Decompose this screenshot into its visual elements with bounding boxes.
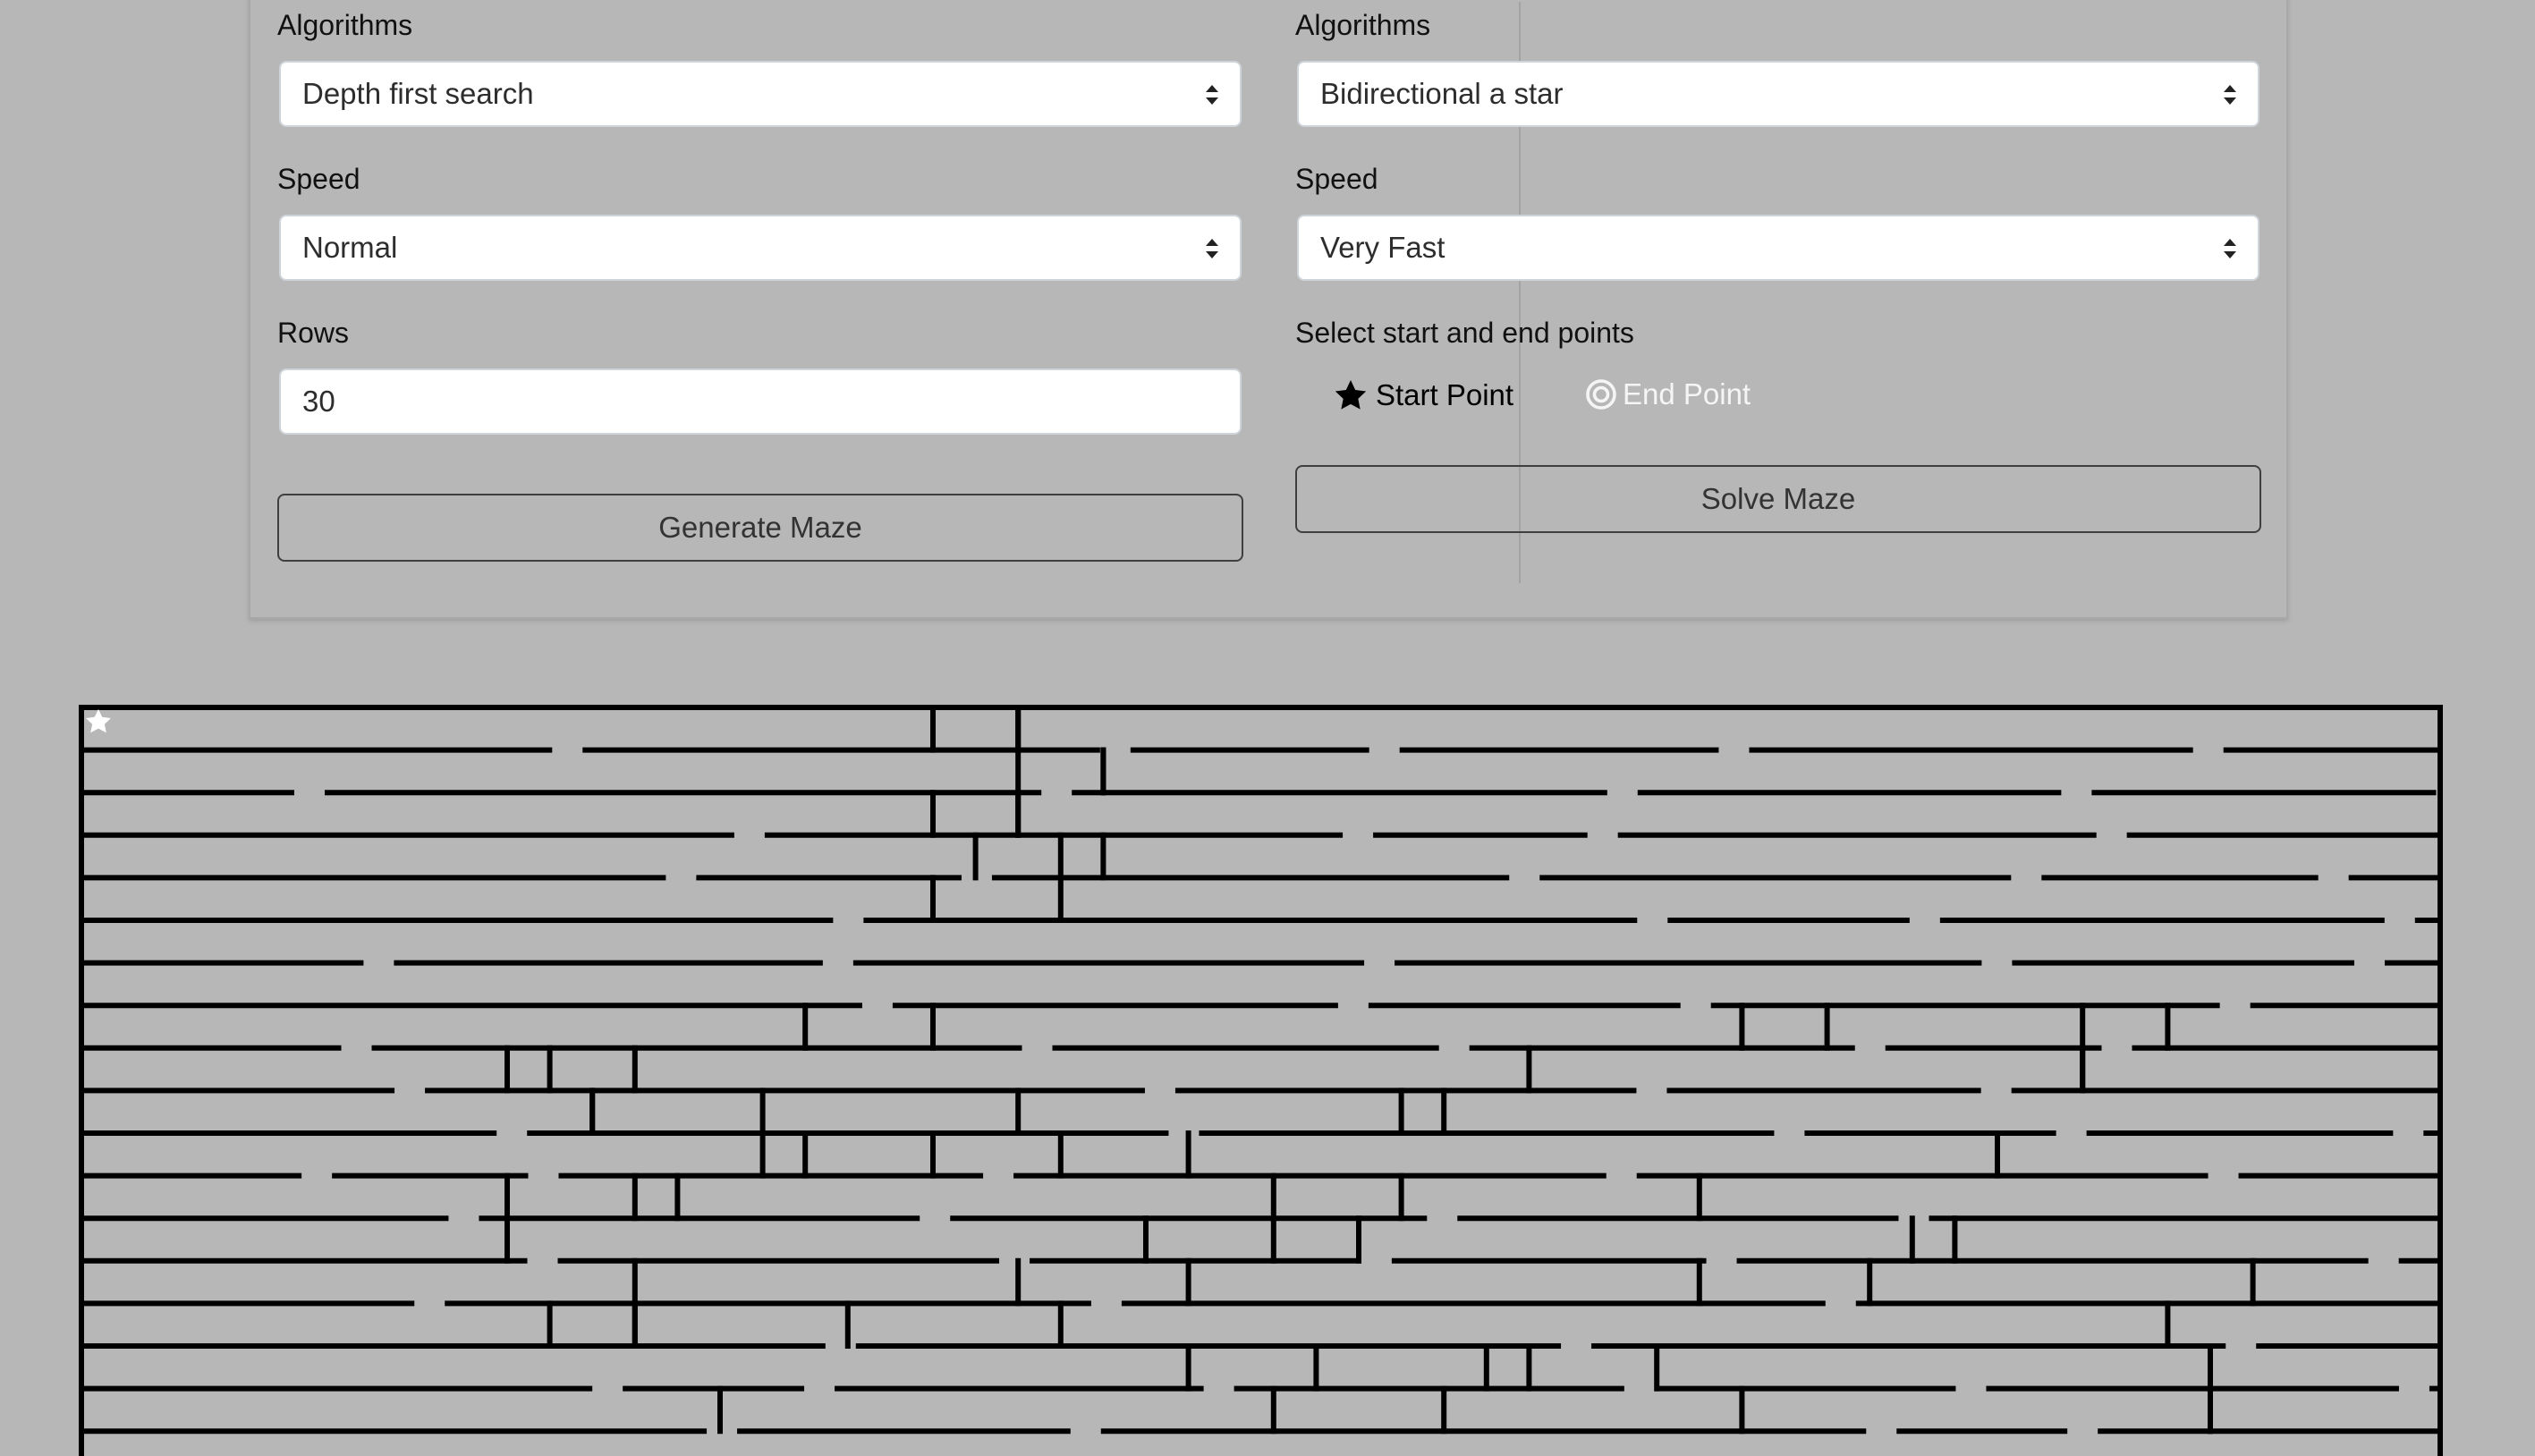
solve-speed-select[interactable]: Very Fast <box>1297 215 2259 281</box>
solve-speed-value: Very Fast <box>1320 231 1446 264</box>
generate-algorithm-select[interactable]: Depth first search <box>279 61 1242 127</box>
star-icon <box>86 709 111 733</box>
generate-speed-value: Normal <box>302 231 398 264</box>
maze-walls <box>79 705 2443 1456</box>
solve-algorithm-value: Bidirectional a star <box>1320 77 1564 110</box>
start-point-label: Start Point <box>1376 378 1514 411</box>
solve-maze-button[interactable]: Solve Maze <box>1295 465 2261 533</box>
star-icon <box>1335 380 1367 410</box>
select-arrows-icon <box>2224 85 2236 105</box>
controls-panel: Algorithms Depth first search Speed Norm… <box>249 0 2288 619</box>
select-arrows-icon <box>2224 239 2236 258</box>
start-marker[interactable] <box>86 709 111 733</box>
algorithms-label: Algorithms <box>1295 9 1431 41</box>
speed-label: Speed <box>1295 163 1378 195</box>
start-point-radio[interactable]: Start Point <box>1333 377 1513 413</box>
points-label: Select start and end points <box>1295 317 1634 349</box>
rows-input[interactable]: 30 <box>279 368 1242 435</box>
solve-algorithm-select[interactable]: Bidirectional a star <box>1297 61 2259 127</box>
select-arrows-icon <box>1206 239 1218 258</box>
maze-grid[interactable] <box>79 705 2449 1456</box>
end-point-label: End Point <box>1623 377 1751 411</box>
generate-speed-select[interactable]: Normal <box>279 215 1242 281</box>
speed-label: Speed <box>277 163 360 195</box>
target-icon <box>1586 379 1616 410</box>
algorithms-label: Algorithms <box>277 9 413 41</box>
rows-value: 30 <box>302 385 335 418</box>
rows-label: Rows <box>277 317 350 349</box>
generate-maze-button[interactable]: Generate Maze <box>277 494 1243 562</box>
generate-algorithm-value: Depth first search <box>302 77 534 110</box>
select-arrows-icon <box>1206 85 1218 105</box>
end-point-radio[interactable]: End Point <box>1585 377 1751 411</box>
